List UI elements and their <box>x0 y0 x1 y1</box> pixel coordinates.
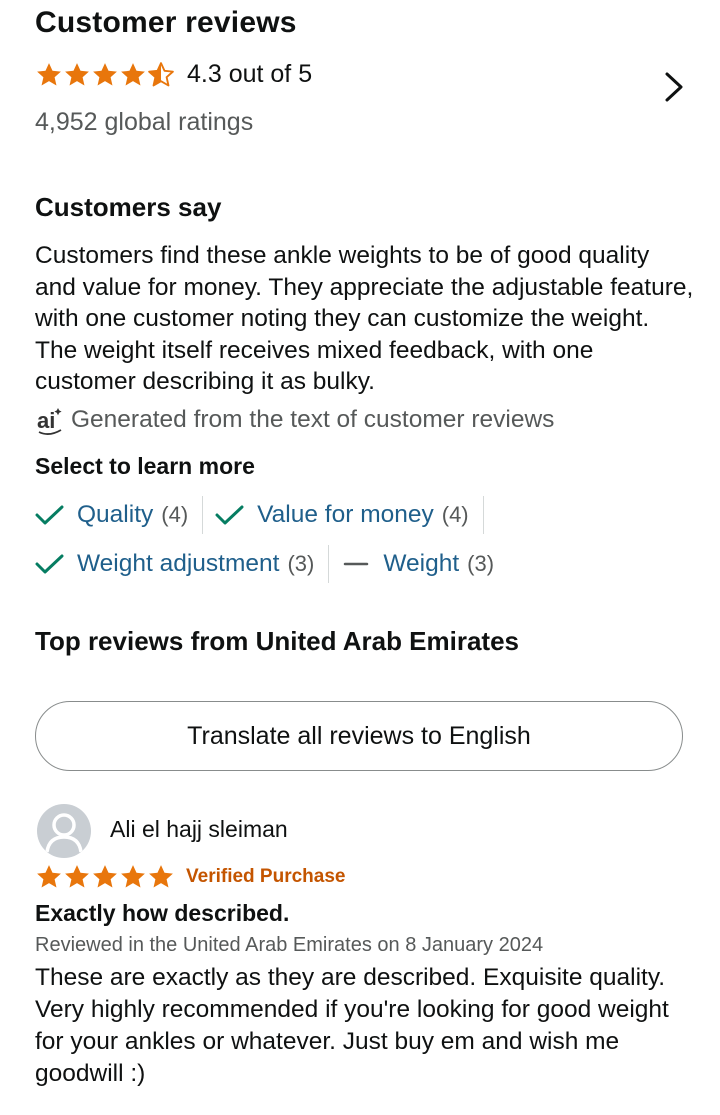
star-full-icon <box>121 865 145 888</box>
ai-note-text: Generated from the text of customer revi… <box>71 406 555 433</box>
customers-say-title: Customers say <box>35 192 222 222</box>
aspect-chip-count: (3) <box>467 551 495 576</box>
reviewer-name[interactable]: Ali el hajj sleiman <box>110 816 288 843</box>
reviews-title: Customer reviews <box>35 6 297 39</box>
aspect-chip-quality[interactable]: Quality (4) <box>35 496 204 534</box>
ai-generated-note: ai Generated from the text of customer r… <box>35 404 554 436</box>
aspect-chip-count: (4) <box>161 502 189 527</box>
check-icon <box>35 554 64 574</box>
aspect-chips-row-1: Quality (4) Value for money (4) <box>35 496 496 534</box>
rating-text: 4.3 out of 5 <box>187 60 313 88</box>
aspect-chip-count: (4) <box>441 502 469 527</box>
check-icon <box>35 505 64 525</box>
global-ratings-count: 4,952 global ratings <box>35 108 254 136</box>
average-rating-stars <box>35 61 175 89</box>
aspect-chip-count: (3) <box>287 551 315 576</box>
aspect-chip-value-for-money[interactable]: Value for money (4) <box>215 496 484 534</box>
star-full-icon <box>65 62 89 85</box>
aspect-chip-label: Weight <box>383 550 460 577</box>
star-full-icon <box>37 62 61 85</box>
svg-text:ai: ai <box>37 408 55 433</box>
top-reviews-title: Top reviews from United Arab Emirates <box>35 626 520 656</box>
check-icon <box>215 505 244 525</box>
star-full-icon <box>65 865 89 888</box>
review-rating-stars <box>35 863 175 891</box>
ai-summary-text: Customers find these ankle weights to be… <box>35 242 694 396</box>
star-full-icon <box>93 62 117 85</box>
user-silhouette-icon <box>45 813 83 853</box>
star-full-icon <box>93 865 117 888</box>
star-full-icon <box>37 865 61 888</box>
average-rating-row[interactable]: 4.3 out of 5 <box>35 60 312 89</box>
star-half-icon <box>148 61 174 86</box>
ai-icon: ai <box>37 408 62 435</box>
avatar <box>37 804 91 858</box>
review-headline: Exactly how described. <box>35 900 290 926</box>
aspect-chips-row-2: Weight adjustment (3) Weight (3) <box>35 545 520 583</box>
verified-purchase-badge: Verified Purchase <box>186 866 346 887</box>
aspect-chip-label: Weight adjustment <box>77 550 280 577</box>
aspect-chip-label: Quality <box>77 501 154 528</box>
dash-icon <box>344 562 369 566</box>
star-full-icon <box>121 62 145 85</box>
select-to-learn-label: Select to learn more <box>35 453 255 479</box>
chevron-right-icon[interactable] <box>663 70 685 104</box>
review-body: These are exactly as they are described.… <box>35 964 669 1087</box>
review-meta: Reviewed in the United Arab Emirates on … <box>35 934 544 956</box>
aspect-chip-label: Value for money <box>257 501 434 528</box>
star-full-icon <box>149 865 173 888</box>
aspect-chip-weight[interactable]: Weight (3) <box>341 545 508 583</box>
translate-reviews-button[interactable]: Translate all reviews to English <box>35 701 683 771</box>
aspect-chip-weight-adjustment[interactable]: Weight adjustment (3) <box>35 545 330 583</box>
